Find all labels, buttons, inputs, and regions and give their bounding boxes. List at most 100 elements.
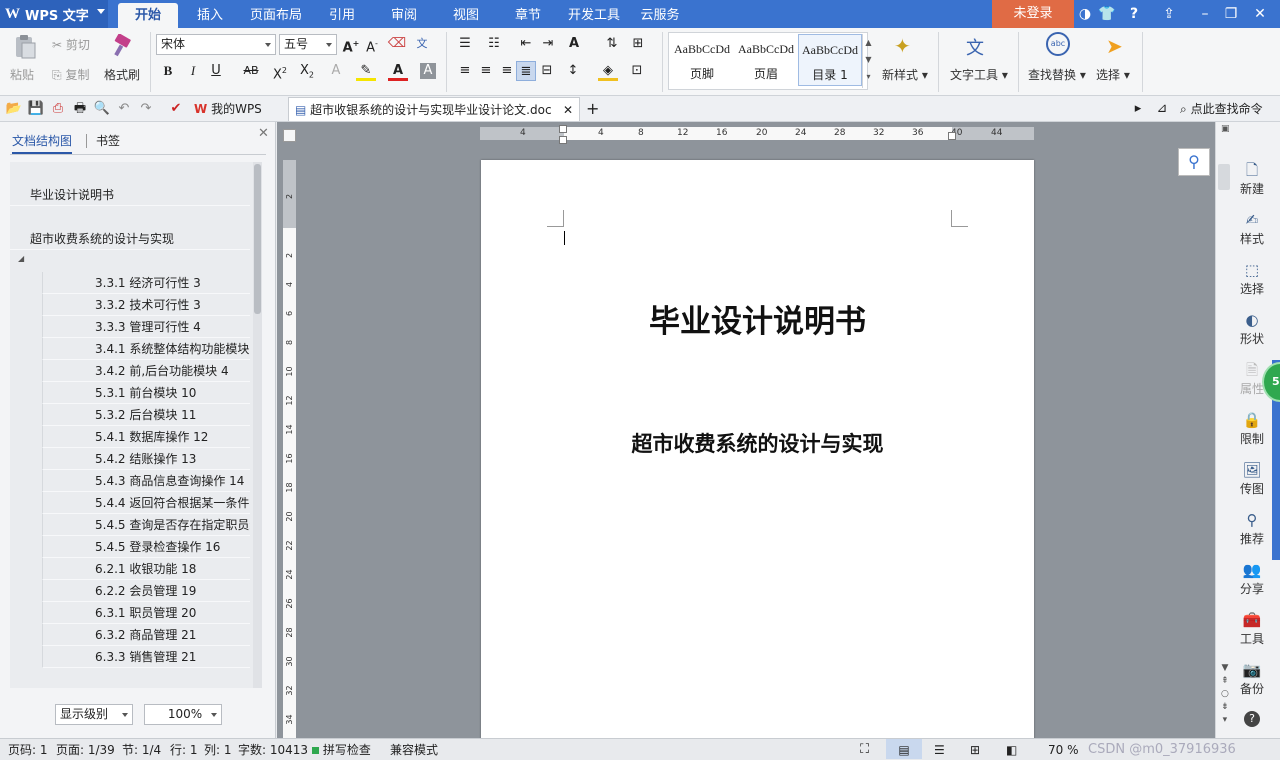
expand-triangle-icon[interactable]: ◢ [18, 254, 24, 263]
style-toc1[interactable]: AaBbCcDd 目录 1 [798, 34, 862, 86]
outline-level-select[interactable]: 显示级别 [55, 704, 133, 725]
print-icon[interactable]: 🖶 [70, 99, 90, 119]
open-folder-icon[interactable]: 📂 [4, 99, 24, 119]
tab-list-icon[interactable]: ▸ [1128, 99, 1148, 119]
grow-font-icon[interactable]: A+ [341, 34, 361, 55]
outline-item[interactable]: 3.3.1 经济可行性 3 [42, 272, 250, 294]
outline-item[interactable]: 5.3.1 前台模块 10 [42, 382, 250, 404]
sidebar-tool[interactable]: 📷 备份 [1232, 660, 1272, 697]
command-search[interactable]: ⌕ 点此查找命令 [1180, 97, 1280, 121]
align-left-icon[interactable]: ≡ [455, 61, 475, 81]
paste-button[interactable]: 粘贴 [10, 66, 34, 83]
minimize-icon[interactable]: – [1196, 4, 1214, 24]
outline-item[interactable]: 5.4.2 结账操作 13 [42, 448, 250, 470]
location-pin-icon[interactable]: ⚲ [1178, 148, 1210, 176]
outline-zoom-select[interactable]: 100% [144, 704, 222, 725]
align-center-icon[interactable]: ≡ [476, 61, 496, 81]
tab-developer[interactable]: 开发工具 [564, 0, 624, 28]
outline-item[interactable]: 3.3.2 技术可行性 3 [42, 294, 250, 316]
status-page[interactable]: 页面: 1/39 [56, 739, 115, 760]
outline-item[interactable]: 6.2.2 会员管理 19 [42, 580, 250, 602]
text-tools-button[interactable]: 文字工具 ▾ [950, 66, 1008, 83]
paste-icon[interactable] [12, 34, 38, 60]
increase-indent-icon[interactable]: ⇥ [538, 34, 558, 54]
highlight-icon[interactable]: ✎ [356, 61, 376, 81]
underline-icon[interactable]: U [206, 61, 226, 81]
subscript-icon[interactable]: X2 [297, 61, 317, 81]
tab-chapter[interactable]: 章节 [506, 0, 550, 28]
document-subtitle[interactable]: 超市收费系统的设计与实现 [481, 428, 1034, 458]
redo-icon[interactable]: ↷ [136, 99, 156, 119]
zoom-level[interactable]: 70 % [1048, 739, 1079, 760]
sort-icon[interactable]: ⇅ [602, 34, 622, 54]
page-nav-buttons[interactable]: ▼ ⇞ ○ ⇟ ▾ [1221, 662, 1229, 727]
outline-item[interactable]: 5.3.2 后台模块 11 [42, 404, 250, 426]
close-tab-icon[interactable]: ✕ [563, 98, 573, 122]
outline-item[interactable]: 超市收费系统的设计与实现 [10, 228, 250, 250]
italic-icon[interactable]: I [183, 61, 203, 81]
outline-item[interactable]: 6.3.1 职员管理 20 [42, 602, 250, 624]
text-effect-icon[interactable]: A [326, 61, 346, 81]
tab-review[interactable]: 审阅 [382, 0, 426, 28]
tab-document-map[interactable]: 文档结构图 [12, 132, 73, 154]
undo-icon[interactable]: ↶ [114, 99, 134, 119]
outline-item[interactable]: 5.4.5 查询是否存在指定职员编… [42, 514, 250, 536]
sidebar-tool[interactable]: 🧰 工具 [1232, 610, 1272, 647]
outline-item[interactable]: 6.3.3 销售管理 21 [42, 646, 250, 668]
tab-document[interactable]: ▤ 超市收银系统的设计与实现毕业设计论文.doc ✕ [288, 97, 580, 121]
share-up-icon[interactable]: ⇪ [1160, 4, 1178, 24]
print-preview-icon[interactable]: 🔍 [92, 99, 112, 119]
outline-item[interactable]: 3.3.3 管理可行性 4 [42, 316, 250, 338]
sidebar-tool[interactable]: 👥 分享 [1232, 560, 1272, 597]
tab-page-layout[interactable]: 页面布局 [246, 0, 306, 28]
borders-icon[interactable]: ⊡ [627, 61, 647, 81]
line-spacing-icon[interactable]: ↕ [563, 61, 583, 81]
app-menu-button[interactable]: W WPS 文字 [0, 0, 108, 28]
reading-mode-icon[interactable]: ◧ [1006, 739, 1017, 760]
web-view-icon[interactable]: ⊞ [970, 739, 980, 760]
sidebar-tool[interactable]: 🔒 限制 [1232, 410, 1272, 447]
cut-button[interactable]: ✂ 剪切 [52, 36, 90, 53]
document-page[interactable]: 毕业设计说明书 超市收费系统的设计与实现 [481, 160, 1034, 740]
tab-insert[interactable]: 插入 [188, 0, 232, 28]
format-painter-button[interactable]: 格式刷 [104, 66, 140, 83]
char-scale-icon[interactable]: A [564, 34, 584, 54]
strikethrough-icon[interactable]: AB [238, 61, 264, 81]
export-pdf-icon[interactable]: ⎙ [48, 99, 68, 119]
tab-my-wps[interactable]: W 我的WPS [190, 97, 284, 121]
fullscreen-icon[interactable]: ⛶ [860, 739, 869, 760]
outline-view-icon[interactable]: ☰ [934, 739, 945, 760]
clear-format-icon[interactable]: ⌫ [387, 34, 407, 54]
copy-button[interactable]: ⎘ 复制 [52, 66, 89, 83]
outline-item[interactable]: 5.4.1 数据库操作 12 [42, 426, 250, 448]
right-indent-marker[interactable] [948, 132, 956, 140]
text-tools-icon[interactable]: 文 [966, 34, 984, 60]
vertical-ruler[interactable]: 2 2 4 6 8 10 12 14 16 18 20 22 24 26 28 30 32 34 [283, 160, 296, 738]
customize-icon[interactable]: ✔ [166, 99, 186, 119]
login-button[interactable]: 未登录 [992, 0, 1074, 28]
outline-item[interactable]: 5.4.4 返回符合根据某一条件的… [42, 492, 250, 514]
restore-icon[interactable]: ❐ [1222, 4, 1240, 24]
numbered-list-icon[interactable]: ☷ [484, 34, 504, 54]
new-style-button[interactable]: 新样式 ▾ [882, 66, 928, 83]
sidebar-tool[interactable]: ✍ 样式 [1232, 210, 1272, 247]
outline-item[interactable]: 3.4.2 前,后台功能模块 4 [42, 360, 250, 382]
font-color-icon[interactable]: A [388, 61, 408, 81]
outline-item[interactable]: 6.2.1 收银功能 18 [42, 558, 250, 580]
document-title[interactable]: 毕业设计说明书 [481, 296, 1034, 341]
shading-icon[interactable]: ◈ [598, 61, 618, 81]
sidebar-tool[interactable]: 🖼 传图 [1232, 460, 1272, 497]
decrease-indent-icon[interactable]: ⇤ [516, 34, 536, 54]
bold-icon[interactable]: B [158, 61, 178, 81]
save-icon[interactable]: 💾 [26, 99, 46, 119]
sidebar-tool[interactable]: 🗎 属性 [1232, 360, 1272, 397]
status-spell-check[interactable]: 拼写检查 [312, 739, 371, 760]
justify-icon[interactable]: ≣ [516, 61, 536, 81]
left-indent-marker[interactable] [559, 136, 567, 144]
close-icon[interactable]: ✕ [1250, 4, 1270, 24]
outline-item[interactable]: 3.4.1 系统整体结构功能模块 4 [42, 338, 250, 360]
tab-stop-selector[interactable] [283, 129, 296, 142]
outline-scrollbar-thumb[interactable] [254, 164, 261, 314]
char-shading-icon[interactable]: A [420, 63, 436, 79]
new-style-icon[interactable]: ✦ [894, 34, 911, 58]
